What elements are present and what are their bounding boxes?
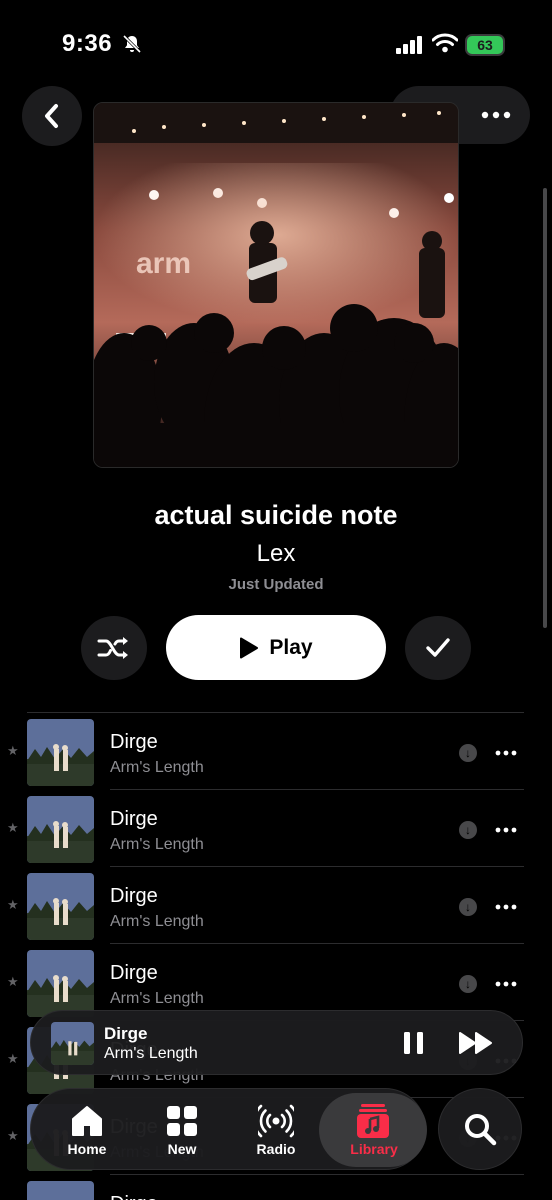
favorite-star-icon: ★ (7, 974, 19, 989)
track-artwork (27, 1181, 94, 1200)
tab-radio-label: Radio (256, 1141, 296, 1157)
track-row[interactable]: ★ Dirge Arm's Length ↓ (0, 867, 552, 944)
track-artist: Arm's Length (110, 913, 204, 930)
search-icon (465, 1114, 497, 1146)
more-options-icon[interactable] (480, 104, 512, 126)
track-title: Dirge (110, 731, 158, 753)
track-artwork (27, 796, 94, 863)
playlist-artwork: arm (93, 102, 459, 468)
search-button[interactable] (438, 1088, 522, 1170)
mini-player[interactable]: Dirge Arm's Length (30, 1010, 523, 1075)
track-artwork (27, 873, 94, 940)
playlist-title: actual suicide note (154, 500, 398, 530)
playlist-owner[interactable]: Lex (0, 540, 552, 568)
svg-text:arm: arm (136, 247, 191, 280)
battery-level: 63 (477, 37, 493, 53)
download-icon[interactable]: ↓ (459, 898, 477, 916)
track-title: Dirge (110, 885, 158, 907)
track-row[interactable]: ★ Dirge Arm's Length ↓ (0, 790, 552, 867)
tab-bar: Home New Radio Library (30, 1088, 427, 1171)
pause-icon[interactable] (403, 1031, 425, 1055)
scrollbar[interactable] (543, 188, 547, 628)
track-more-icon[interactable] (494, 974, 518, 994)
tab-home[interactable]: Home (42, 1089, 132, 1171)
grid-icon (167, 1106, 197, 1136)
download-icon[interactable]: ↓ (459, 821, 477, 839)
favorite-star-icon: ★ (7, 1051, 19, 1066)
track-title: Dirge (110, 962, 158, 984)
status-time: 9:36 (62, 30, 113, 57)
concert-photo: arm (94, 103, 458, 467)
favorite-star-icon: ★ (7, 820, 19, 835)
track-artist: Arm's Length (110, 836, 204, 853)
now-playing-title: Dirge (104, 1024, 148, 1043)
track-row[interactable]: ★ Dirge Arm's Length ↓ (0, 713, 552, 790)
track-artist: Arm's Length (110, 759, 204, 776)
cellular-signal-icon (396, 36, 422, 54)
track-artwork (27, 950, 94, 1017)
play-label: Play (269, 635, 313, 659)
battery-indicator: 63 (465, 34, 505, 56)
now-playing-artist: Arm's Length (104, 1045, 198, 1062)
favorite-star-icon: ★ (7, 897, 19, 912)
tab-library[interactable]: Library (319, 1089, 427, 1171)
wifi-icon (432, 33, 458, 53)
download-icon[interactable]: ↓ (459, 744, 477, 762)
track-more-icon[interactable] (494, 743, 518, 763)
radio-icon (258, 1104, 294, 1138)
track-artwork (27, 719, 94, 786)
track-more-icon[interactable] (494, 820, 518, 840)
favorite-star-icon: ★ (7, 743, 19, 758)
status-bar: 9:36 63 (0, 0, 552, 80)
library-icon (357, 1104, 389, 1138)
fast-forward-icon[interactable] (459, 1032, 493, 1054)
track-artist: Arm's Length (110, 990, 204, 1007)
tab-radio[interactable]: Radio (231, 1089, 321, 1171)
favorite-star-icon: ★ (7, 1128, 19, 1143)
back-button[interactable] (22, 86, 82, 146)
track-title: Dirge (110, 808, 158, 830)
now-playing-artwork (51, 1022, 94, 1065)
tab-new-label: New (167, 1141, 197, 1157)
chevron-left-icon (45, 104, 58, 128)
checkmark-icon (426, 638, 450, 657)
tab-home-label: Home (67, 1141, 107, 1157)
tab-library-label: Library (350, 1141, 398, 1157)
download-icon[interactable]: ↓ (459, 975, 477, 993)
track-row[interactable]: ★DirgeArm's Length↓ (0, 1175, 552, 1200)
play-button[interactable]: Play (166, 615, 386, 680)
tab-new[interactable]: New (137, 1089, 227, 1171)
shuffle-icon (97, 637, 128, 659)
bell-slash-icon (122, 34, 142, 54)
home-icon (72, 1106, 102, 1136)
added-to-library-button[interactable] (405, 616, 471, 680)
playlist-updated-status: Just Updated (228, 576, 324, 593)
shuffle-button[interactable] (81, 616, 147, 680)
track-title: Dirge (110, 1193, 158, 1200)
play-icon (240, 637, 259, 658)
track-more-icon[interactable] (494, 897, 518, 917)
